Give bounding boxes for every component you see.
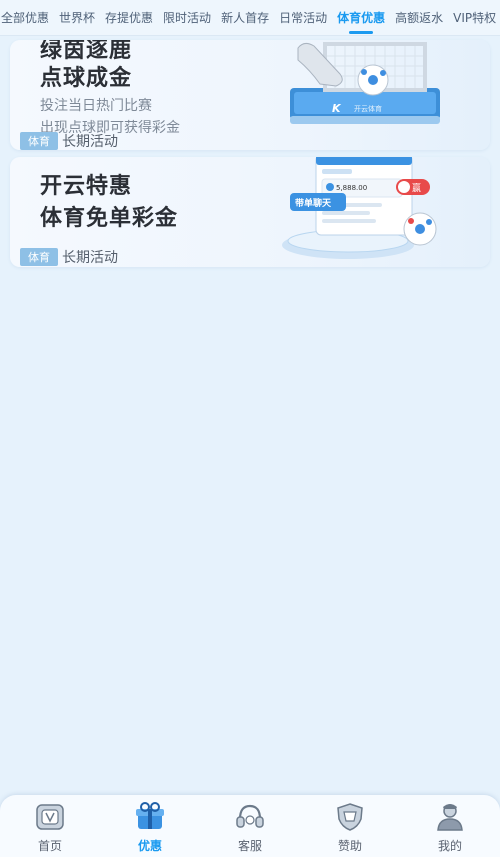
duration-label: 长期活动 [62, 134, 118, 150]
nav-label-promotions: 优惠 [137, 839, 162, 853]
promo-card-penalty[interactable]: 绿茵逐鹿 点球成金 投注当日热门比赛 出现点球即可获得彩金 体育 长期活动 K [10, 40, 490, 150]
tab-world-cup[interactable]: 世界杯 [54, 0, 100, 35]
promo-title-line-2: 点球成金 [40, 66, 133, 91]
user-icon [437, 804, 463, 831]
svg-text:开云体育: 开云体育 [354, 104, 382, 113]
svg-text:赢: 赢 [412, 182, 421, 194]
svg-text:带单聊天: 带单聊天 [295, 197, 332, 209]
tab-deposit[interactable]: 存提优惠 [100, 0, 158, 35]
gift-icon [136, 802, 164, 829]
nav-label-support: 客服 [237, 839, 262, 853]
tab-sports[interactable]: 体育优惠 [332, 0, 390, 35]
tab-limited[interactable]: 限时活动 [158, 0, 216, 35]
tab-newcomer[interactable]: 新人首存 [216, 0, 274, 35]
promo-subtitle-line-1: 投注当日热门比赛 [40, 98, 152, 114]
category-badge: 体育 [20, 132, 58, 150]
promo-title-line-2: 体育免单彩金 [40, 206, 179, 231]
nav-label-home: 首页 [37, 839, 62, 853]
promo-tag: 体育 长期活动 [20, 131, 118, 150]
home-icon [36, 804, 64, 830]
tab-all[interactable]: 全部优惠 [0, 0, 54, 35]
nav-home[interactable]: 首页 [0, 795, 100, 854]
bet-slip-illustration: 5,888.00 赢 带单聊天 [282, 157, 437, 259]
svg-text:K: K [332, 102, 342, 115]
category-badge: 体育 [20, 248, 58, 266]
promo-tag: 体育 长期活动 [20, 247, 118, 267]
promo-card-free-bet[interactable]: 开云特惠 体育免单彩金 体育 长期活动 5,888.00 赢 带单聊天 [10, 157, 490, 267]
nav-profile[interactable]: 我的 [400, 795, 500, 854]
promo-title-line-1: 开云特惠 [40, 174, 133, 199]
nav-label-sponsor: 赞助 [337, 839, 362, 853]
tabs-track: 全部优惠 世界杯 存提优惠 限时活动 新人首存 日常活动 体育优惠 高额返水 V… [0, 0, 500, 35]
headset-icon [236, 804, 264, 828]
bottom-nav: 首页 优惠 客服 赞助 我的 [0, 795, 500, 857]
nav-support[interactable]: 客服 [200, 795, 300, 854]
nav-sponsor[interactable]: 赞助 [300, 795, 400, 854]
duration-label: 长期活动 [62, 250, 118, 266]
svg-text:5,888.00: 5,888.00 [336, 184, 367, 192]
penalty-goal-illustration: K 开云体育 [290, 42, 440, 124]
tab-rebate[interactable]: 高额返水 [390, 0, 448, 35]
tab-daily[interactable]: 日常活动 [274, 0, 332, 35]
category-tab-bar: 全部优惠 世界杯 存提优惠 限时活动 新人首存 日常活动 体育优惠 高额返水 V… [0, 0, 500, 36]
nav-promotions[interactable]: 优惠 [100, 795, 200, 854]
tab-vip[interactable]: VIP特权 [448, 0, 500, 35]
nav-label-profile: 我的 [437, 839, 462, 853]
shield-icon [337, 803, 363, 831]
